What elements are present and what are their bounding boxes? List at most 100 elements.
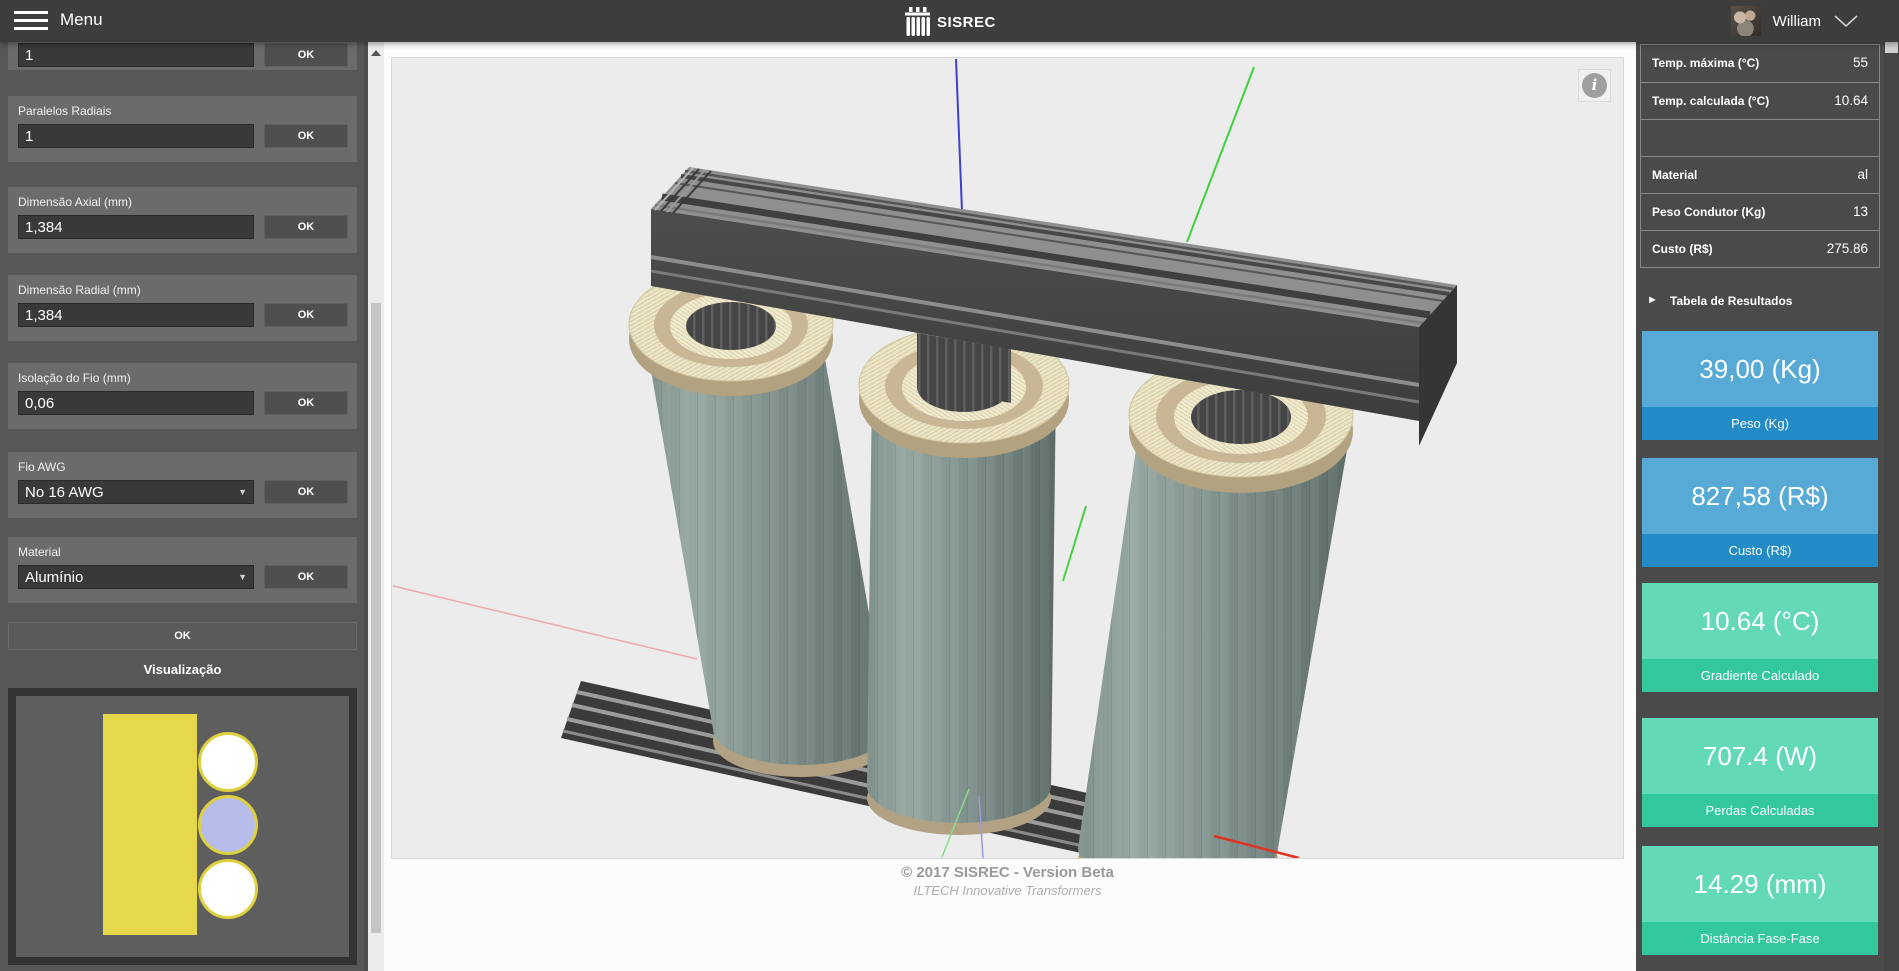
card-label: Peso (Kg) xyxy=(1642,407,1878,440)
chevron-down-icon xyxy=(1834,15,1858,28)
table-row-empty xyxy=(1641,119,1879,156)
param-label: Dimensão Axial (mm) xyxy=(18,195,133,209)
conductor-circle-top xyxy=(198,732,258,792)
results-sidebar: Temp. máxima (°C) 55 Temp. calculada (°C… xyxy=(1636,42,1884,971)
info-icon: i xyxy=(1582,73,1607,98)
param-group-dimensao-radial: Dimensão Radial (mm) OK xyxy=(8,275,357,341)
card-value: 827,58 (R$) xyxy=(1642,458,1878,534)
result-card-perdas[interactable]: 707.4 (W) Perdas Calculadas xyxy=(1642,718,1878,827)
transformer-3d-render xyxy=(392,58,1623,898)
user-avatar xyxy=(1730,6,1761,36)
ok-button-2[interactable]: OK xyxy=(264,215,348,239)
param-label: Dimensão Radial (mm) xyxy=(18,283,141,297)
ok-button-6[interactable]: OK xyxy=(264,565,348,589)
ok-button-4[interactable]: OK xyxy=(264,391,348,415)
param-group-paralelos-radiais: Paralelos Radiais OK xyxy=(8,96,357,162)
left-sidebar: OK Paralelos Radiais OK Dimensão Axial (… xyxy=(0,0,364,971)
card-label: Custo (R$) xyxy=(1642,534,1878,567)
page-scrollbar[interactable] xyxy=(1884,42,1899,971)
transformer-logo-icon xyxy=(905,7,930,36)
result-card-custo[interactable]: 827,58 (R$) Custo (R$) xyxy=(1642,458,1878,567)
row-label: Temp. máxima (°C) xyxy=(1652,56,1760,70)
results-table-toggle[interactable]: ► Tabela de Resultados xyxy=(1640,288,1880,316)
row-label: Custo (R$) xyxy=(1652,242,1713,256)
param-group-material: Material Alumínio ▼ OK xyxy=(8,537,357,603)
user-name: William xyxy=(1772,12,1821,30)
sidebar-scrollbar[interactable] xyxy=(368,42,384,971)
preview-background xyxy=(16,696,349,957)
result-card-peso[interactable]: 39,00 (Kg) Peso (Kg) xyxy=(1642,331,1878,440)
fio-awg-select[interactable]: No 16 AWG ▼ xyxy=(18,480,254,504)
submit-all-ok-button[interactable]: OK xyxy=(8,622,357,650)
app-name: SISREC xyxy=(937,13,996,31)
card-value: 14.29 (mm) xyxy=(1642,846,1878,922)
isolacao-fio-input[interactable] xyxy=(18,391,254,415)
chevron-down-icon: ▼ xyxy=(238,572,247,582)
winding-cross-section-preview xyxy=(8,688,357,965)
winding-cylinder-middle xyxy=(858,326,1070,835)
ok-button-5[interactable]: OK xyxy=(264,480,348,504)
top-header-bar: Menu SISREC William xyxy=(0,0,1899,42)
table-row: Temp. máxima (°C) 55 xyxy=(1641,45,1879,82)
table-row: Custo (R$) 275.86 xyxy=(1641,230,1879,267)
card-label: Gradiente Calculado xyxy=(1642,659,1878,692)
param-label: Isolação do Fio (mm) xyxy=(18,371,131,385)
param-group-dimensao-axial: Dimensão Axial (mm) OK xyxy=(8,187,357,253)
3d-viewport[interactable]: i xyxy=(391,57,1624,898)
row-value: 55 xyxy=(1852,55,1868,70)
param-label: Material xyxy=(18,545,61,559)
param-input-0[interactable] xyxy=(18,43,254,67)
chevron-down-icon: ▼ xyxy=(238,487,247,497)
row-label: Peso Condutor (Kg) xyxy=(1652,205,1766,219)
results-table: Temp. máxima (°C) 55 Temp. calculada (°C… xyxy=(1640,44,1880,268)
fio-awg-selected-value: No 16 AWG xyxy=(25,483,104,501)
row-value: 275.86 xyxy=(1826,241,1868,256)
menu-label[interactable]: Menu xyxy=(60,10,103,30)
app-window: OK Paralelos Radiais OK Dimensão Axial (… xyxy=(0,0,1899,971)
table-row: Material al xyxy=(1641,156,1879,193)
ok-button-1[interactable]: OK xyxy=(264,124,348,148)
result-card-gradiente[interactable]: 10.64 (°C) Gradiente Calculado xyxy=(1642,583,1878,692)
row-value: 10.64 xyxy=(1834,93,1868,108)
card-value: 39,00 (Kg) xyxy=(1642,331,1878,407)
copyright-text: © 2017 SISREC - Version Beta xyxy=(901,864,1114,881)
triangle-right-icon: ► xyxy=(1647,294,1658,306)
row-label: Temp. calculada (°C) xyxy=(1652,94,1770,108)
card-value: 10.64 (°C) xyxy=(1642,583,1878,659)
param-label: Fio AWG xyxy=(18,460,66,474)
card-value: 707.4 (W) xyxy=(1642,718,1878,794)
info-button[interactable]: i xyxy=(1578,69,1611,102)
param-group-isolacao-fio: Isolação do Fio (mm) OK xyxy=(8,363,357,429)
table-row: Temp. calculada (°C) 10.64 xyxy=(1641,82,1879,119)
row-value: al xyxy=(1857,167,1868,182)
app-logo: SISREC xyxy=(905,5,996,39)
material-select[interactable]: Alumínio ▼ xyxy=(18,565,254,589)
hamburger-menu-icon[interactable] xyxy=(14,11,48,31)
scroll-up-arrow-icon[interactable] xyxy=(371,50,381,56)
param-group-fio-awg: Fio AWG No 16 AWG ▼ OK xyxy=(8,452,357,518)
canvas-footer: © 2017 SISREC - Version Beta ILTECH Inno… xyxy=(391,864,1624,898)
row-label: Material xyxy=(1652,168,1698,182)
visualization-title: Visualização xyxy=(143,662,222,677)
material-selected-value: Alumínio xyxy=(25,568,84,586)
company-tagline: ILTECH Innovative Transformers xyxy=(913,883,1102,898)
conductor-circle-middle xyxy=(198,795,258,855)
main-content: i © 2017 SISREC - Version Beta ILTECH In… xyxy=(384,42,1636,971)
paralelos-radiais-input[interactable] xyxy=(18,124,254,148)
scrollbar-thumb[interactable] xyxy=(371,303,381,933)
winding-rect-shape xyxy=(103,714,197,935)
scrollbar-thumb[interactable] xyxy=(1885,42,1898,53)
conductor-circle-bottom xyxy=(198,859,258,919)
dimensao-axial-input[interactable] xyxy=(18,215,254,239)
results-toggle-label: Tabela de Resultados xyxy=(1670,294,1793,308)
table-row: Peso Condutor (Kg) 13 xyxy=(1641,193,1879,230)
row-value: 13 xyxy=(1852,204,1868,219)
ok-button-3[interactable]: OK xyxy=(264,303,348,327)
card-label: Perdas Calculadas xyxy=(1642,794,1878,827)
ok-button-0[interactable]: OK xyxy=(264,43,348,67)
param-label: Paralelos Radiais xyxy=(18,104,112,118)
result-card-distancia[interactable]: 14.29 (mm) Distância Fase-Fase xyxy=(1642,846,1878,955)
dimensao-radial-input[interactable] xyxy=(18,303,254,327)
card-label: Distância Fase-Fase xyxy=(1642,922,1878,955)
user-menu[interactable]: William xyxy=(1730,0,1859,42)
